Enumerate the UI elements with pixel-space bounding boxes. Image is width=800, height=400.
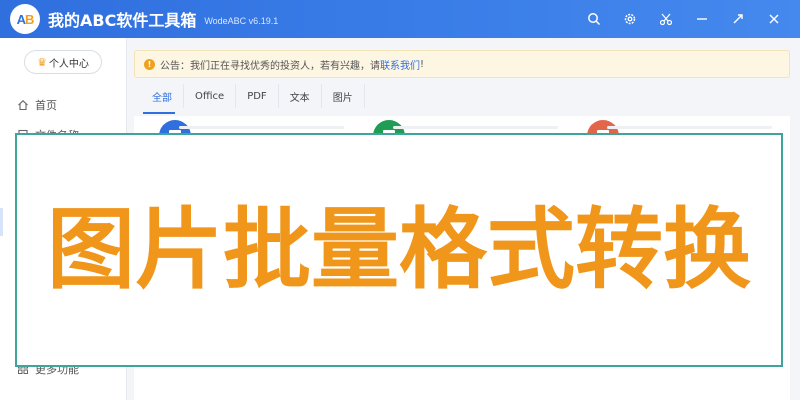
card-divider bbox=[393, 126, 558, 129]
tab-office[interactable]: Office bbox=[184, 84, 237, 108]
sidebar-item-label: 首页 bbox=[35, 99, 57, 112]
user-center-label: 个人中心 bbox=[48, 58, 89, 70]
app-logo: AB bbox=[10, 4, 40, 34]
window-controls bbox=[576, 0, 792, 38]
logo-letter-a: A bbox=[16, 11, 26, 27]
gear-icon[interactable] bbox=[612, 0, 648, 38]
app-title: 我的ABC软件工具箱 bbox=[48, 11, 197, 30]
title-bar: AB 我的ABC软件工具箱 WodeABC v6.19.1 bbox=[0, 0, 800, 38]
search-icon[interactable] bbox=[576, 0, 612, 38]
warning-icon: ! bbox=[144, 58, 155, 70]
active-tab-underline bbox=[143, 112, 175, 114]
card-divider bbox=[179, 126, 344, 129]
announcement-text: 公告：我们正在寻找优秀的投资人，若有兴趣，请 bbox=[160, 60, 380, 72]
close-icon[interactable] bbox=[756, 0, 792, 38]
home-icon bbox=[17, 99, 29, 111]
title-banner: 图片批量格式转换 bbox=[15, 133, 783, 367]
active-item-marker bbox=[0, 208, 3, 236]
scissors-icon[interactable] bbox=[648, 0, 684, 38]
banner-title: 图片批量格式转换 bbox=[46, 198, 751, 301]
user-center-button[interactable]: ♛ 个人中心 bbox=[24, 50, 102, 74]
tab-pdf[interactable]: PDF bbox=[236, 84, 279, 108]
app-version: WodeABC v6.19.1 bbox=[204, 15, 279, 26]
tab-text[interactable]: 文本 bbox=[279, 84, 322, 108]
announcement-bar: ! 公告：我们正在寻找优秀的投资人，若有兴趣，请 联系我们 ! bbox=[134, 50, 790, 78]
sidebar-item-home[interactable]: 首页 bbox=[0, 92, 127, 118]
minimize-icon[interactable] bbox=[684, 0, 720, 38]
card-divider bbox=[607, 126, 772, 129]
maximize-icon[interactable] bbox=[720, 0, 756, 38]
crown-icon: ♛ bbox=[37, 55, 47, 69]
logo-letter-b: B bbox=[25, 11, 34, 27]
contact-us-link[interactable]: 联系我们 bbox=[380, 57, 420, 72]
tab-all[interactable]: 全部 bbox=[141, 84, 184, 108]
category-tabs: 全部 Office PDF 文本 图片 bbox=[141, 84, 365, 108]
announcement-suffix: ! bbox=[420, 58, 425, 70]
tab-image[interactable]: 图片 bbox=[322, 84, 365, 108]
